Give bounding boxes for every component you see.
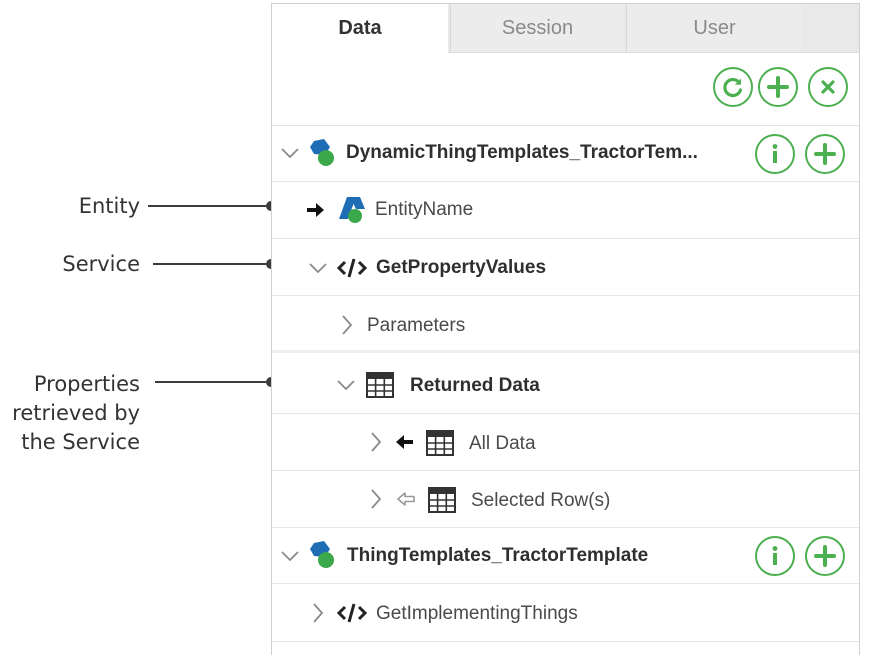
refresh-icon xyxy=(723,77,743,98)
plus-icon xyxy=(767,76,789,98)
tab-session[interactable]: Session xyxy=(450,4,624,52)
thing-template-icon xyxy=(310,139,334,166)
chevron-right-icon[interactable] xyxy=(340,314,354,336)
tree-label-service: GetPropertyValues xyxy=(376,257,547,278)
tree-row-thing-template[interactable]: ThingTemplates_TractorTemplate xyxy=(272,528,859,584)
chevron-down-icon[interactable] xyxy=(280,549,300,563)
code-icon xyxy=(336,258,368,278)
callout-properties-line3: the Service xyxy=(21,430,140,454)
tree-row-implementing-things[interactable]: GetImplementingThings xyxy=(272,584,859,642)
chevron-down-icon[interactable] xyxy=(308,261,328,275)
tree-label-entity: EntityName xyxy=(375,199,474,220)
chevron-down-icon[interactable] xyxy=(336,378,356,392)
arrow-left-icon xyxy=(396,435,413,449)
table-icon xyxy=(428,487,456,513)
tree-label-all-data: All Data xyxy=(469,433,536,454)
table-icon xyxy=(366,372,394,398)
toolbar xyxy=(272,53,859,126)
table-icon xyxy=(426,430,454,456)
tab-bar: Data Session User xyxy=(272,4,859,53)
refresh-button[interactable] xyxy=(713,67,753,107)
code-icon xyxy=(336,603,368,623)
remove-button[interactable] xyxy=(808,67,848,107)
tab-data[interactable]: Data xyxy=(272,4,448,53)
chevron-right-icon[interactable] xyxy=(369,431,383,453)
callout-entity-label: Entity xyxy=(78,194,140,218)
tree-label-returned-data: Returned Data xyxy=(410,375,540,396)
add-button[interactable] xyxy=(758,67,798,107)
tree-label-parameters: Parameters xyxy=(367,315,466,336)
callout-properties-line xyxy=(155,381,272,383)
tree-row-entity[interactable]: EntityName xyxy=(272,182,859,239)
tree-row-service[interactable]: GetPropertyValues xyxy=(272,239,859,296)
entity-icon xyxy=(339,197,365,223)
plus-icon xyxy=(814,545,836,567)
info-button[interactable] xyxy=(755,536,795,576)
tree-row-all-data[interactable]: All Data xyxy=(272,414,859,471)
arrow-left-outline-icon xyxy=(397,492,415,506)
callout-properties-line1: Properties xyxy=(33,372,140,396)
close-icon xyxy=(821,80,835,94)
chevron-right-icon[interactable] xyxy=(369,488,383,510)
callout-properties-line2: retrieved by xyxy=(12,401,140,425)
info-button[interactable] xyxy=(755,134,795,174)
tree-row-parameters[interactable]: Parameters xyxy=(272,296,859,353)
chevron-down-icon[interactable] xyxy=(280,146,300,160)
callout-service-line xyxy=(153,263,272,265)
tree-label-selected-rows: Selected Row(s) xyxy=(471,490,611,511)
chevron-right-icon[interactable] xyxy=(311,602,325,624)
tree-label-thing-template: ThingTemplates_TractorTemplate xyxy=(347,545,649,566)
tree-label-dynamic-template: DynamicThingTemplates_TractorTem... xyxy=(346,142,698,163)
info-icon xyxy=(772,144,778,163)
tree-row-returned-data[interactable]: Returned Data xyxy=(272,356,859,414)
data-panel: Data Session User DynamicThingTemplates_… xyxy=(271,3,860,655)
add-button[interactable] xyxy=(805,536,845,576)
tree-row-selected-rows[interactable]: Selected Row(s) xyxy=(272,471,859,528)
callout-entity-line xyxy=(148,205,272,207)
callout-properties: Properties retrieved by the Service xyxy=(0,370,280,460)
plus-icon xyxy=(814,143,836,165)
thing-template-icon xyxy=(310,541,334,568)
info-icon xyxy=(772,546,778,565)
arrow-right-icon xyxy=(307,203,324,217)
tree-row-dynamic-template[interactable]: DynamicThingTemplates_TractorTem... xyxy=(272,126,859,182)
add-button[interactable] xyxy=(805,134,845,174)
tab-user[interactable]: User xyxy=(626,4,802,52)
callout-entity: Entity xyxy=(0,192,280,222)
callout-service-label: Service xyxy=(62,252,140,276)
tree-label-implementing-things: GetImplementingThings xyxy=(376,603,578,624)
callout-service: Service xyxy=(0,250,280,280)
